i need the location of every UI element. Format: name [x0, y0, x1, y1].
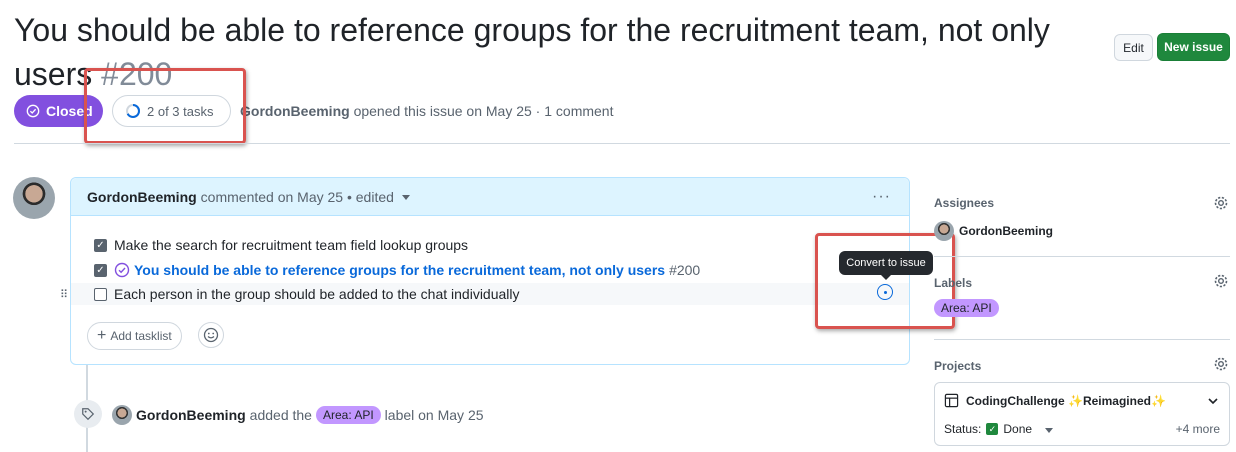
task-issue-number: #200 — [669, 262, 701, 278]
assignee-item[interactable]: GordonBeeming — [934, 221, 1053, 241]
comment-header: GordonBeeming commented on May 25 • edit… — [71, 178, 909, 216]
more-projects-link[interactable]: +4 more — [1176, 422, 1220, 436]
done-check-icon: ✓ — [986, 423, 999, 435]
comment-meta[interactable]: commented on May 25 • edited — [201, 189, 394, 205]
sidebar-divider — [934, 339, 1230, 340]
assignees-heading[interactable]: Assignees — [934, 196, 994, 210]
task-item: ⠿ Each person in the group should be add… — [60, 283, 909, 305]
project-status-row[interactable]: Status: ✓ Done — [944, 422, 1054, 436]
smiley-icon — [203, 327, 219, 343]
avatar[interactable] — [112, 405, 132, 425]
event-author-link[interactable]: GordonBeeming — [136, 407, 246, 423]
drag-handle-icon[interactable]: ⠿ — [60, 288, 68, 301]
assignee-name: GordonBeeming — [959, 224, 1054, 238]
label-badge[interactable]: Area: API — [934, 299, 999, 317]
kebab-menu-icon[interactable]: ··· — [872, 188, 891, 206]
add-reaction-button[interactable] — [198, 322, 224, 348]
add-tasklist-button[interactable]: + Add tasklist — [87, 322, 182, 350]
event-action: added the — [249, 407, 312, 423]
sidebar-divider — [934, 256, 1230, 257]
avatar — [934, 221, 954, 241]
chevron-down-icon[interactable] — [401, 195, 410, 200]
labels-heading[interactable]: Labels — [934, 276, 972, 290]
add-tasklist-label: Add tasklist — [110, 329, 172, 343]
project-card: CodingChallenge ✨Reimagined✨ Status: ✓ D… — [934, 382, 1230, 446]
checkbox-checked[interactable]: ✓ — [94, 263, 107, 277]
tag-icon — [74, 400, 102, 428]
event-suffix: label on May 25 — [384, 407, 484, 423]
task-item: ✓ Make the search for recruitment team f… — [71, 234, 468, 256]
task-issue-link[interactable]: You should be able to reference groups f… — [134, 262, 665, 278]
checkbox-checked[interactable]: ✓ — [94, 238, 107, 252]
check-circle-icon — [26, 104, 40, 118]
table-icon — [944, 393, 959, 408]
edit-button[interactable]: Edit — [1114, 34, 1153, 61]
project-name: CodingChallenge ✨Reimagined✨ — [966, 393, 1166, 408]
issue-opened-text: opened this issue on May 25 · 1 comment — [353, 103, 614, 119]
status-value: Done — [1003, 422, 1033, 436]
issue-author-link[interactable]: GordonBeeming — [240, 103, 350, 119]
annotation-box-tasks — [84, 68, 246, 144]
status-dropdown-icon[interactable] — [1045, 427, 1054, 433]
issue-meta: GordonBeeming opened this issue on May 2… — [240, 103, 613, 119]
task-text: Each person in the group should be added… — [114, 286, 520, 302]
plus-icon: + — [97, 327, 107, 344]
comment-author-link[interactable]: GordonBeeming — [87, 189, 197, 205]
chevron-down-icon[interactable] — [1207, 395, 1219, 407]
task-text: Make the search for recruitment team fie… — [114, 237, 469, 253]
label-event: GordonBeeming added the Area: API label … — [112, 405, 484, 425]
status-prefix: Status: — [944, 422, 982, 436]
task-item: ✓ You should be able to reference groups… — [71, 259, 700, 281]
issue-comment: GordonBeeming commented on May 25 • edit… — [60, 177, 910, 365]
label-badge[interactable]: Area: API — [315, 406, 381, 424]
gear-icon[interactable] — [1213, 195, 1229, 211]
gear-icon[interactable] — [1213, 356, 1229, 372]
checkbox-unchecked[interactable] — [94, 287, 107, 301]
gear-icon[interactable] — [1213, 273, 1229, 289]
projects-heading[interactable]: Projects — [934, 359, 981, 373]
new-issue-button[interactable]: New issue — [1157, 33, 1230, 61]
header-divider — [14, 143, 1230, 144]
closed-issue-icon — [114, 262, 130, 278]
author-avatar[interactable] — [13, 177, 55, 219]
project-title-row[interactable]: CodingChallenge ✨Reimagined✨ — [944, 393, 1166, 408]
